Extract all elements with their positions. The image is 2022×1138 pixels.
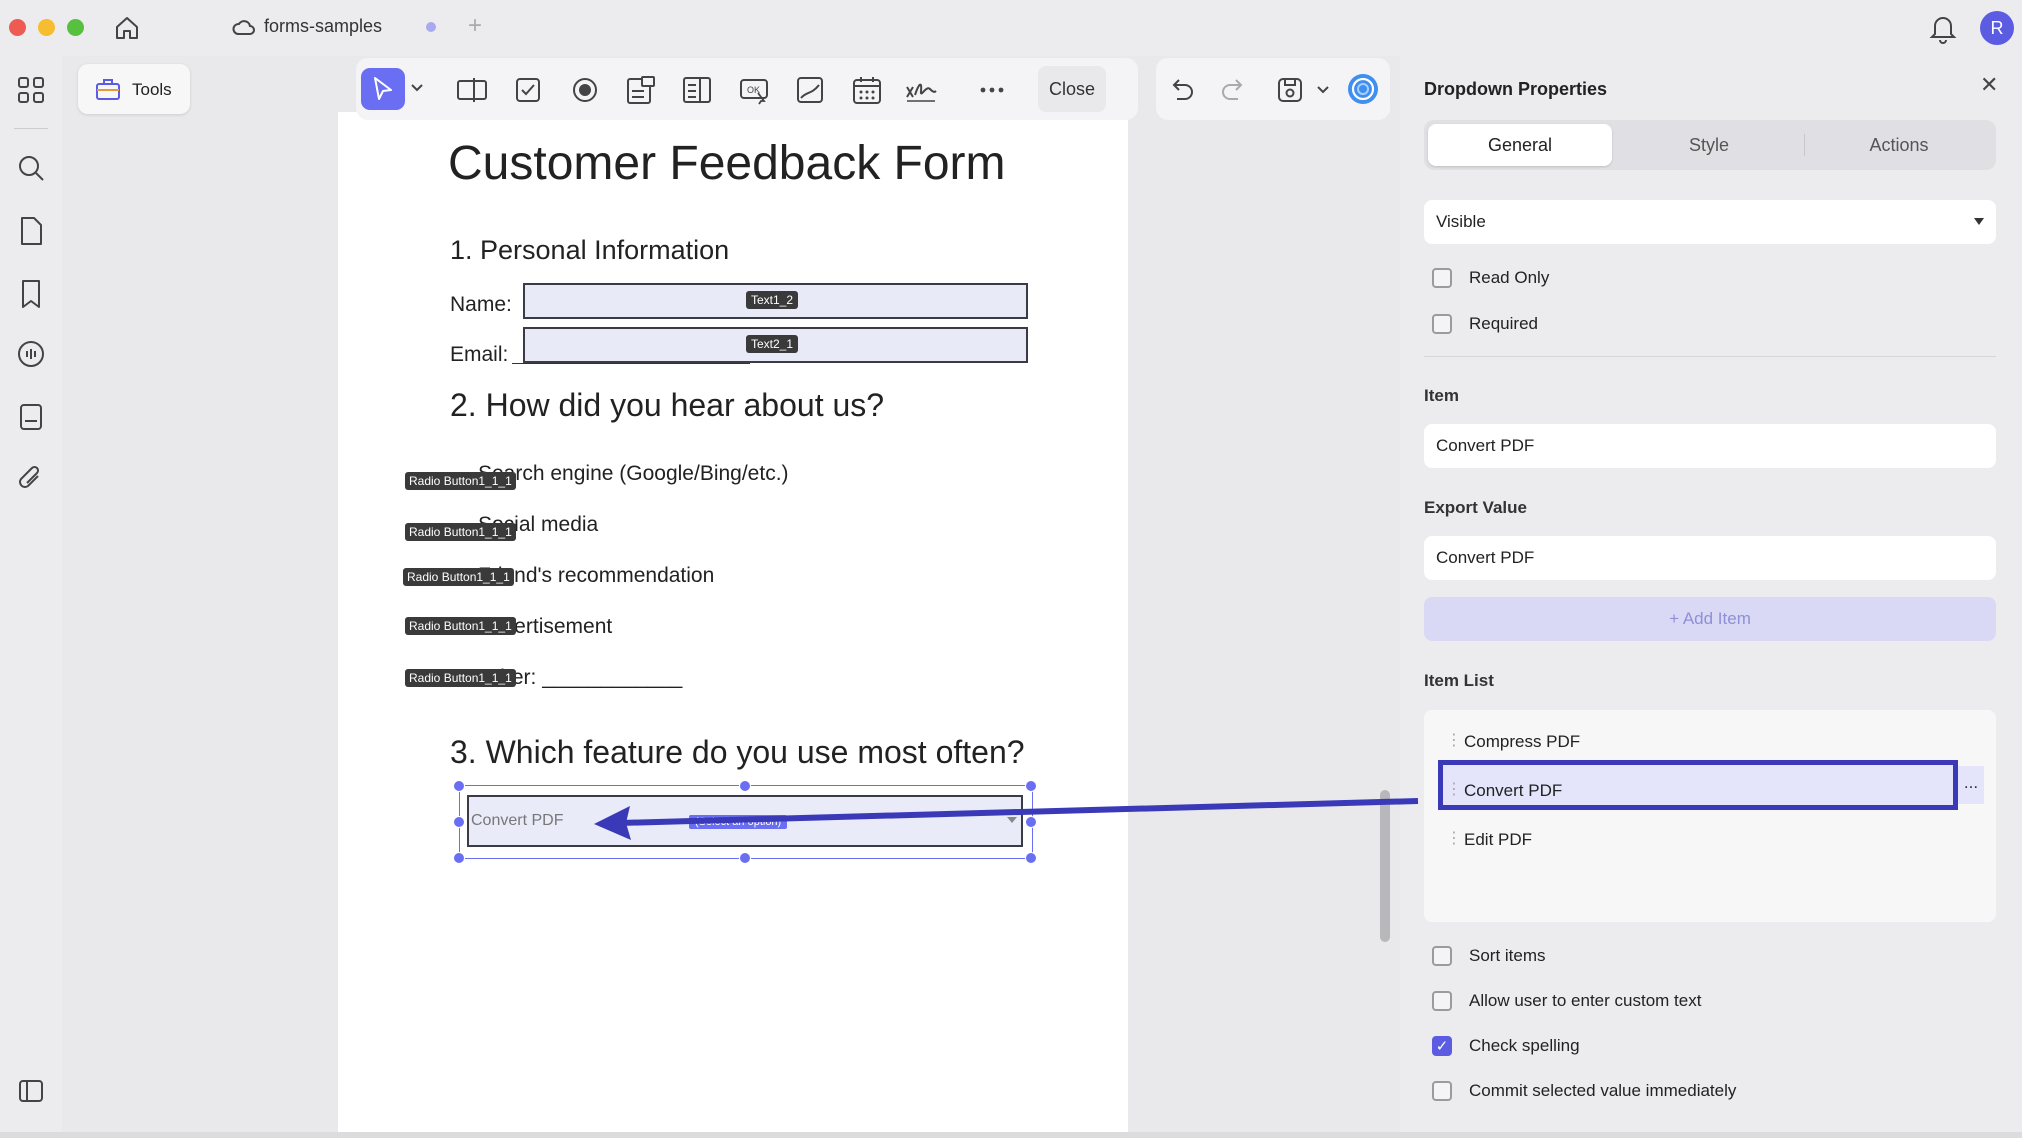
chevron-down-icon (1974, 218, 1984, 225)
save-icon[interactable] (1274, 74, 1306, 106)
check-spelling-checkbox[interactable]: ✓ (1432, 1036, 1452, 1056)
window-close-button[interactable] (9, 19, 26, 36)
add-item-button[interactable]: + Add Item (1424, 597, 1996, 641)
date-field-icon[interactable] (850, 73, 884, 107)
field-name-tag: Text1_2 (746, 291, 799, 309)
radio-option-label: Search engine (Google/Bing/etc.) (478, 462, 789, 485)
field-name-tag: Text2_1 (746, 335, 799, 353)
comment-icon[interactable] (14, 338, 48, 372)
page-icon[interactable] (14, 214, 48, 248)
export-value-label: Export Value (1424, 498, 1527, 517)
close-icon[interactable]: ✕ (1980, 72, 1998, 98)
item-input[interactable]: Convert PDF (1424, 424, 1996, 468)
section-heading-feature: 3. Which feature do you use most often? (450, 734, 1025, 770)
sort-items-label: Sort items (1469, 946, 1546, 965)
text-field-icon[interactable] (455, 73, 489, 107)
read-only-checkbox[interactable] (1432, 268, 1452, 288)
sidebar-toggle-icon[interactable] (14, 1074, 48, 1108)
apps-grid-icon[interactable] (14, 73, 48, 107)
checkbox-icon[interactable] (511, 73, 545, 107)
radio-button-field[interactable]: Radio Button1_1_1 (405, 669, 516, 687)
sidebar-divider (14, 128, 48, 129)
bookmark-icon[interactable] (14, 277, 48, 311)
section-divider (1424, 356, 1996, 357)
form-title: Customer Feedback Form (448, 137, 1006, 190)
cursor-arrow-icon (374, 77, 392, 100)
chevron-down-icon[interactable] (410, 82, 424, 94)
image-field-icon[interactable] (793, 73, 827, 107)
combo-box-icon[interactable] (624, 73, 658, 107)
user-avatar[interactable]: R (1980, 11, 2014, 45)
read-only-label: Read Only (1469, 268, 1550, 287)
resize-handle[interactable] (453, 816, 465, 828)
ai-assistant-icon[interactable] (1346, 72, 1380, 106)
tab-actions[interactable]: Actions (1806, 124, 1992, 166)
radio-button-icon[interactable] (568, 73, 602, 107)
bell-icon[interactable] (1929, 12, 1957, 44)
drag-handle-icon[interactable]: ⋮ (1446, 730, 1462, 750)
more-icon[interactable] (975, 73, 1009, 107)
dropdown-value: Convert PDF (471, 812, 564, 829)
item-label: Item (1424, 386, 1459, 405)
radio-button-field[interactable]: Radio Button1_1_1 (405, 523, 516, 541)
drag-handle-icon[interactable]: ⋮ (1446, 779, 1462, 799)
panel-title: Dropdown Properties (1424, 79, 1608, 99)
unsaved-indicator (426, 22, 436, 32)
search-icon[interactable] (14, 151, 48, 185)
radio-button-field[interactable]: Radio Button1_1_1 (405, 472, 516, 490)
sort-items-checkbox[interactable] (1432, 946, 1452, 966)
tab-style[interactable]: Style (1614, 124, 1804, 166)
email-label: Email: (450, 343, 509, 366)
name-label: Name: (450, 293, 512, 316)
close-form-editing-button[interactable]: Close (1038, 66, 1106, 112)
tab-general[interactable]: General (1428, 124, 1612, 166)
email-underline (512, 363, 750, 364)
section-heading-personal-info: 1. Personal Information (450, 235, 730, 265)
custom-text-label: Allow user to enter custom text (1469, 991, 1702, 1010)
resize-handle[interactable] (453, 780, 465, 792)
annotation-arrow (594, 798, 1419, 840)
window-maximize-button[interactable] (67, 19, 84, 36)
check-spelling-label: Check spelling (1469, 1036, 1580, 1055)
home-icon[interactable] (112, 13, 142, 43)
commit-immediately-checkbox[interactable] (1432, 1081, 1452, 1101)
signature-icon[interactable] (904, 73, 938, 107)
custom-text-checkbox[interactable] (1432, 991, 1452, 1011)
undo-icon[interactable] (1167, 75, 1197, 105)
list-box-icon[interactable] (680, 73, 714, 107)
section-heading-hear-about: 2. How did you hear about us? (450, 387, 885, 423)
new-tab-button[interactable]: + (468, 12, 482, 40)
radio-button-field[interactable]: Radio Button1_1_1 (405, 617, 516, 635)
tab-divider (1804, 134, 1805, 156)
list-item[interactable]: Compress PDF (1464, 732, 1580, 752)
stamp-icon[interactable] (14, 400, 48, 434)
window-bottom-edge (0, 1132, 2022, 1138)
attachment-icon[interactable] (14, 462, 48, 496)
item-list-label: Item List (1424, 671, 1494, 690)
cloud-icon (232, 20, 255, 35)
required-label: Required (1469, 314, 1538, 333)
resize-handle[interactable] (453, 852, 465, 864)
redo-icon[interactable] (1218, 75, 1248, 105)
window-minimize-button[interactable] (38, 19, 55, 36)
export-value-input[interactable]: Convert PDF (1424, 536, 1996, 580)
commit-immediately-label: Commit selected value immediately (1469, 1081, 1737, 1100)
list-item[interactable]: Edit PDF (1464, 830, 1532, 850)
resize-handle[interactable] (1025, 852, 1037, 864)
list-item[interactable]: Convert PDF (1464, 781, 1562, 801)
item-more-button[interactable]: ... (1958, 766, 1984, 804)
required-checkbox[interactable] (1432, 314, 1452, 334)
chevron-down-icon[interactable] (1316, 84, 1330, 96)
button-tool-icon[interactable]: OK (737, 73, 771, 107)
resize-handle[interactable] (739, 852, 751, 864)
tools-label: Tools (132, 80, 172, 99)
document-tab[interactable]: forms-samples (264, 16, 382, 37)
drag-handle-icon[interactable]: ⋮ (1446, 828, 1462, 848)
visibility-select[interactable]: Visible (1424, 200, 1996, 244)
toolbox-icon (96, 79, 120, 100)
radio-button-field[interactable]: Radio Button1_1_1 (403, 568, 514, 586)
